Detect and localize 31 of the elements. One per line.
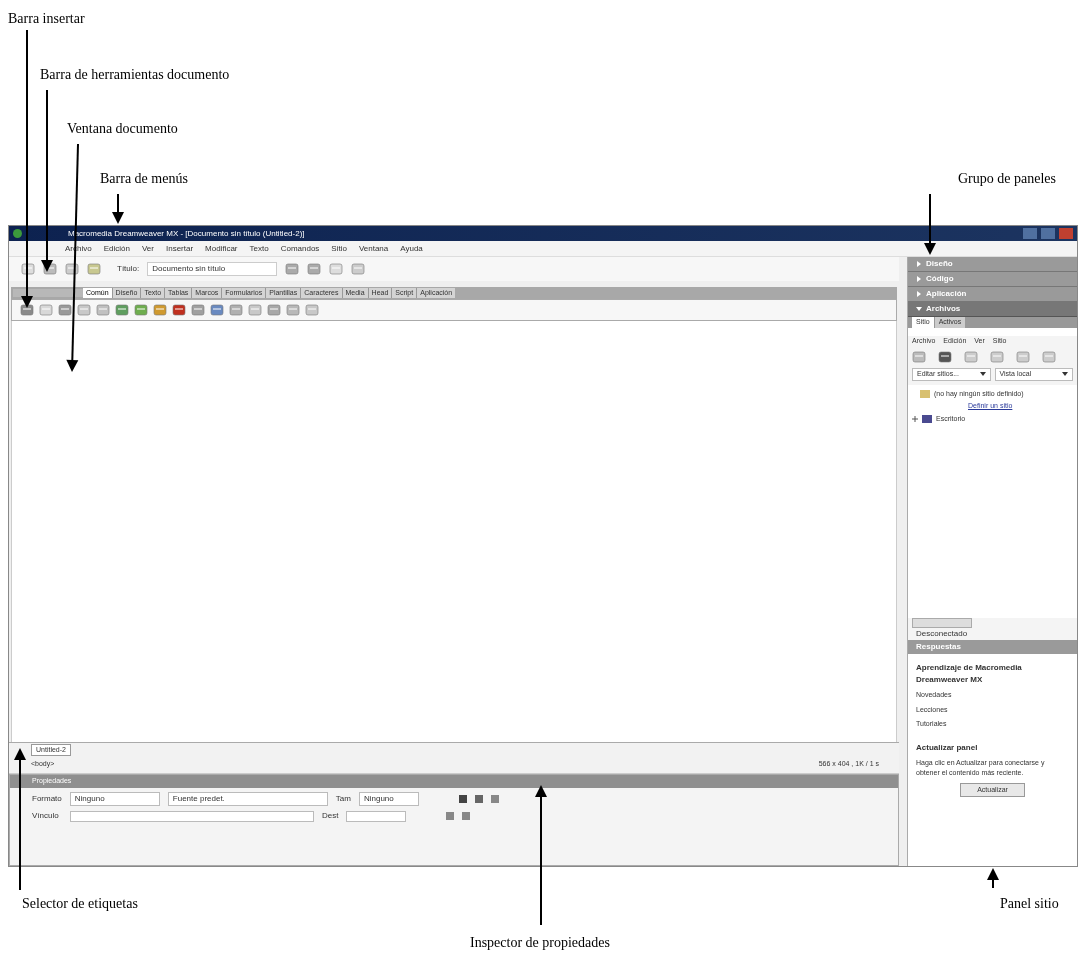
font-select[interactable]: Fuente predet. — [167, 792, 328, 806]
field-label: Vínculo — [32, 810, 60, 822]
connection-status: Desconectado — [908, 628, 1077, 640]
menu-item[interactable]: Comandos — [280, 242, 320, 255]
format-select[interactable]: Ninguno — [69, 792, 160, 806]
callout-label: Barra de menús — [100, 170, 188, 188]
menu-item[interactable]: Ayuda — [400, 242, 423, 255]
callout-label: Inspector de propiedades — [470, 934, 610, 952]
menu-item[interactable]: Ventana — [358, 242, 389, 255]
window-title: Macromedia Dreamweaver MX - [Documento sin título (Untitled-2)] — [68, 227, 305, 240]
callout-label: Barra insertar — [8, 10, 85, 28]
menu-item[interactable]: Ver — [141, 242, 154, 255]
size-select[interactable]: Ninguno — [358, 792, 419, 806]
title-label: Título: — [117, 263, 140, 275]
field-label: Dest — [322, 810, 339, 822]
update-heading: Actualizar panel — [916, 741, 979, 754]
menu-item[interactable]: Texto — [249, 242, 269, 255]
menu-item[interactable]: Edición — [103, 242, 130, 255]
menu-item[interactable]: Modificar — [205, 242, 238, 255]
field-label: Tam — [335, 793, 351, 805]
callout-label: Grupo de paneles — [958, 170, 1056, 188]
field-label: Formato — [32, 793, 62, 805]
callout-label: Barra de herramientas documento — [40, 66, 230, 84]
title-field[interactable]: Documento sin título — [147, 262, 278, 276]
callout-label: Ventana documento — [67, 120, 178, 138]
menu-item[interactable]: Insertar — [165, 242, 194, 255]
callout-label: Panel sitio — [1000, 895, 1059, 913]
answers-heading: Aprendizaje de Macromedia Dreamweaver MX — [916, 662, 1023, 686]
menu-item[interactable]: Sitio — [331, 242, 347, 255]
callout-label: Selector de etiquetas — [22, 895, 138, 913]
panel-header[interactable]: Archivos — [908, 302, 1077, 317]
